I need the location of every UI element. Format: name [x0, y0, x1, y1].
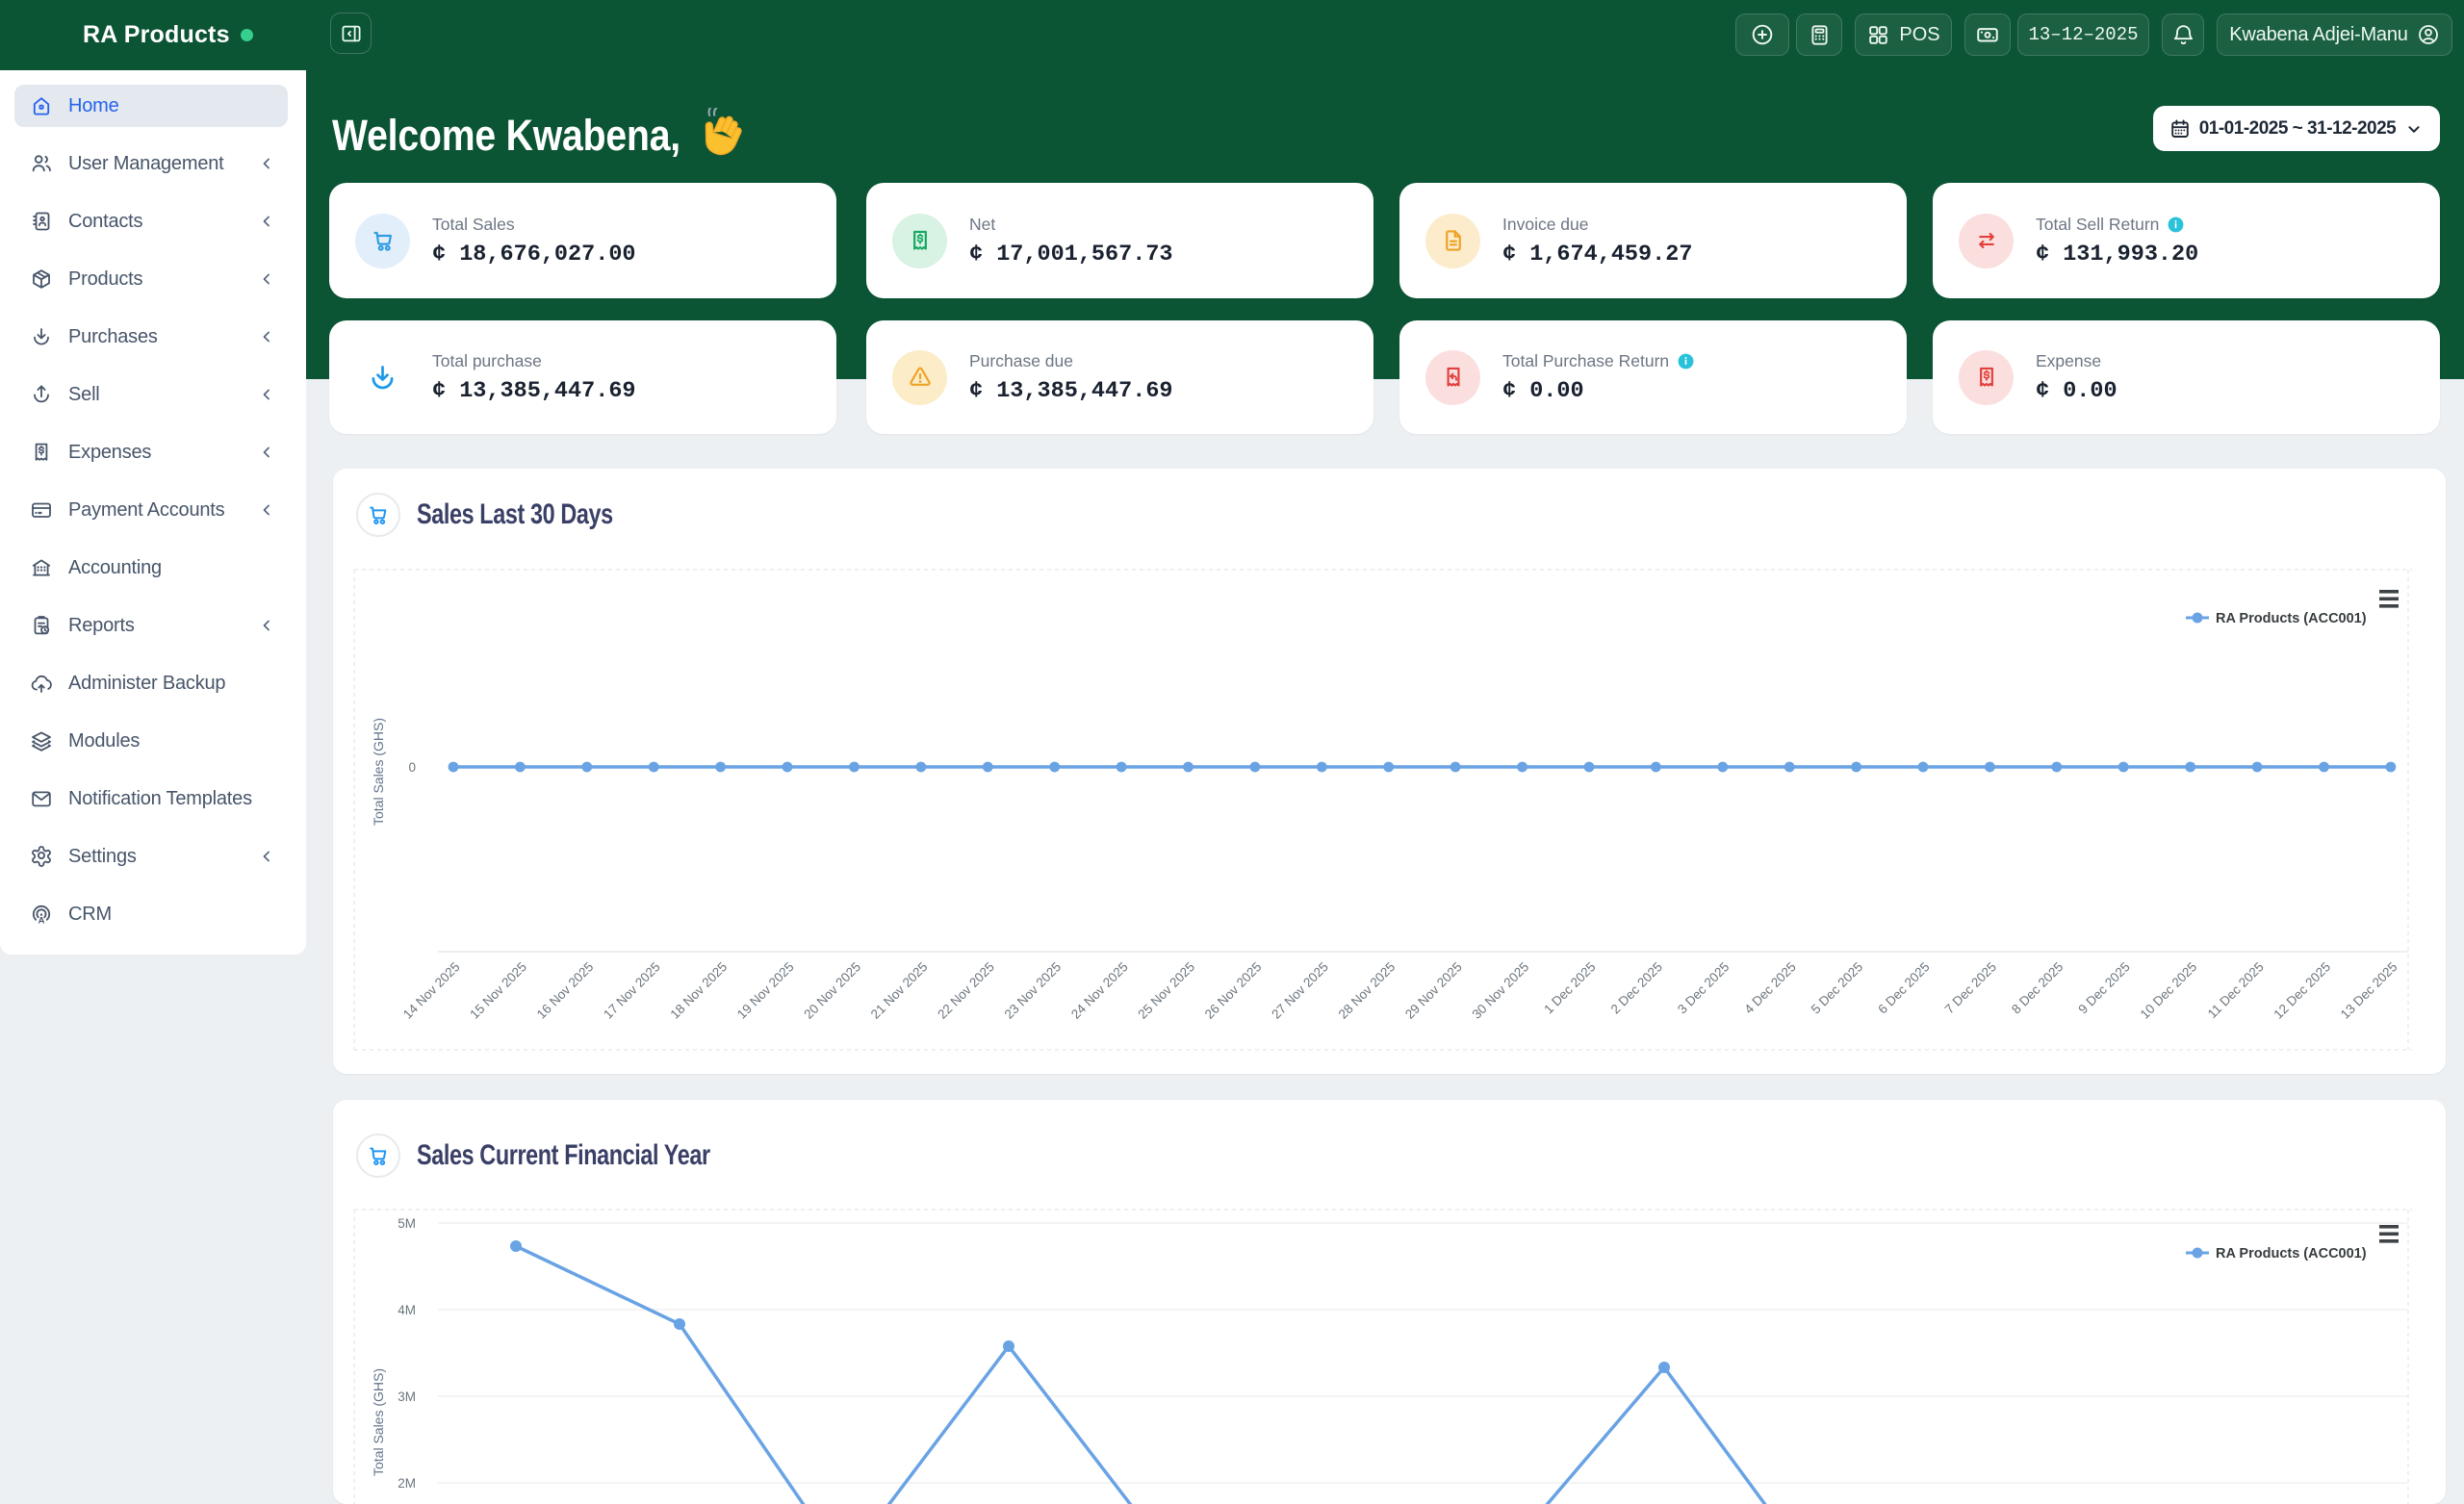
svg-text:29 Nov 2025: 29 Nov 2025	[1402, 959, 1465, 1022]
svg-text:27 Nov 2025: 27 Nov 2025	[1269, 959, 1331, 1022]
svg-text:RA Products (ACC001): RA Products (ACC001)	[2216, 1246, 2367, 1262]
svg-text:17 Nov 2025: 17 Nov 2025	[601, 959, 663, 1022]
svg-text:2 Dec 2025: 2 Dec 2025	[1608, 959, 1665, 1016]
svg-text:23 Nov 2025: 23 Nov 2025	[1002, 959, 1065, 1022]
svg-text:14 Nov 2025: 14 Nov 2025	[400, 959, 463, 1022]
svg-text:20 Nov 2025: 20 Nov 2025	[801, 959, 863, 1022]
svg-text:22 Nov 2025: 22 Nov 2025	[935, 959, 997, 1022]
svg-text:1 Dec 2025: 1 Dec 2025	[1541, 959, 1598, 1016]
svg-text:4M: 4M	[398, 1303, 416, 1317]
svg-text:18 Nov 2025: 18 Nov 2025	[668, 959, 731, 1022]
svg-text:RA Products (ACC001): RA Products (ACC001)	[2216, 611, 2367, 626]
svg-text:19 Nov 2025: 19 Nov 2025	[734, 959, 797, 1022]
svg-text:8 Dec 2025: 8 Dec 2025	[2009, 959, 2066, 1016]
svg-text:0: 0	[408, 760, 416, 775]
svg-text:12 Dec 2025: 12 Dec 2025	[2271, 959, 2333, 1022]
svg-text:16 Nov 2025: 16 Nov 2025	[534, 959, 597, 1022]
svg-text:3M: 3M	[398, 1389, 416, 1404]
svg-text:7 Dec 2025: 7 Dec 2025	[1942, 959, 1999, 1016]
svg-text:26 Nov 2025: 26 Nov 2025	[1202, 959, 1265, 1022]
svg-text:5M: 5M	[398, 1216, 416, 1231]
svg-text:21 Nov 2025: 21 Nov 2025	[868, 959, 931, 1022]
svg-text:24 Nov 2025: 24 Nov 2025	[1068, 959, 1131, 1022]
svg-text:4 Dec 2025: 4 Dec 2025	[1741, 959, 1798, 1016]
svg-text:25 Nov 2025: 25 Nov 2025	[1135, 959, 1197, 1022]
svg-text:28 Nov 2025: 28 Nov 2025	[1336, 959, 1399, 1022]
svg-text:6 Dec 2025: 6 Dec 2025	[1875, 959, 1932, 1016]
svg-text:A: A	[38, 916, 45, 927]
svg-text:5 Dec 2025: 5 Dec 2025	[1809, 959, 1865, 1016]
svg-text:Total Sales (GHS): Total Sales (GHS)	[371, 1368, 386, 1476]
svg-text:11 Dec 2025: 11 Dec 2025	[2205, 959, 2267, 1021]
svg-text:15 Nov 2025: 15 Nov 2025	[467, 959, 529, 1022]
svg-text:Total Sales (GHS): Total Sales (GHS)	[371, 718, 386, 826]
svg-text:13 Dec 2025: 13 Dec 2025	[2338, 959, 2400, 1022]
svg-text:2M: 2M	[398, 1476, 416, 1491]
svg-text:10 Dec 2025: 10 Dec 2025	[2138, 959, 2200, 1022]
svg-text:9 Dec 2025: 9 Dec 2025	[2075, 959, 2132, 1016]
svg-text:30 Nov 2025: 30 Nov 2025	[1470, 959, 1532, 1022]
svg-text:3 Dec 2025: 3 Dec 2025	[1675, 959, 1732, 1016]
